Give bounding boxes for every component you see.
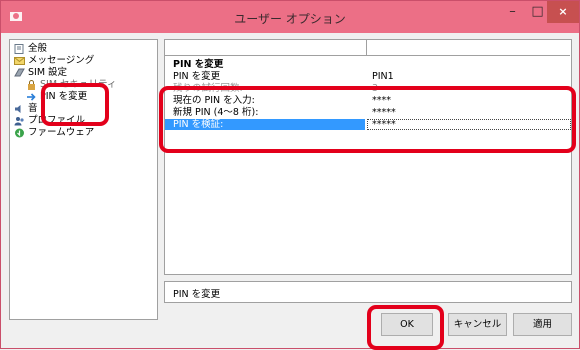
tree-item-messaging[interactable]: メッセージング xyxy=(14,55,94,67)
tree-item-sim-settings[interactable]: SIM 設定 xyxy=(14,67,67,79)
property-label: PIN を変更 xyxy=(173,71,221,82)
column-header-value[interactable] xyxy=(367,40,570,56)
property-row[interactable]: PIN を変更 PIN1 xyxy=(165,71,570,82)
property-value[interactable]: PIN1 xyxy=(372,71,394,82)
profile-icon xyxy=(14,116,24,125)
column-header-name[interactable] xyxy=(165,40,367,56)
tree-item-firmware[interactable]: ファームウェア xyxy=(14,127,94,139)
minimize-button[interactable]: – xyxy=(500,1,525,23)
tree-item-sound[interactable]: 音 xyxy=(14,103,38,115)
section-header: PIN を変更 xyxy=(165,59,570,70)
window-title: ユーザー オプション xyxy=(234,12,346,26)
apply-button[interactable]: 適用 xyxy=(513,313,572,336)
properties-panel: PIN を変更 PIN を変更 PIN1 残りの試行回数: 3 現在の PIN … xyxy=(164,39,572,275)
options-tree[interactable]: 全般 メッセージング SIM 設定 SIM セキュリティ PIN を変更 音 プ… xyxy=(9,39,158,320)
section-title: PIN を変更 xyxy=(173,59,224,70)
tree-item-label: メッセージング xyxy=(28,55,95,66)
tree-item-label: 全般 xyxy=(28,43,48,54)
firmware-icon xyxy=(15,128,24,137)
envelope-icon xyxy=(14,56,25,65)
arrow-right-icon xyxy=(27,92,36,101)
sim-settings-icon xyxy=(14,68,25,76)
general-icon xyxy=(14,43,24,54)
lock-icon xyxy=(28,79,35,90)
highlight-pin-fields xyxy=(159,86,576,153)
close-button[interactable]: × xyxy=(547,1,579,23)
tree-item-label: 音 xyxy=(28,103,38,114)
tree-item-general[interactable]: 全般 xyxy=(14,43,47,55)
description-text: PIN を変更 xyxy=(173,289,221,300)
user-options-window: ユーザー オプション – □ × 全般 メッセージング SIM 設定 SIM セ… xyxy=(0,0,580,350)
title-bar[interactable]: ユーザー オプション – □ × xyxy=(1,1,579,33)
tree-item-label: ファームウェア xyxy=(28,127,95,138)
cancel-button[interactable]: キャンセル xyxy=(448,313,507,336)
highlight-ok-button xyxy=(367,305,444,350)
tree-item-label: SIM 設定 xyxy=(28,67,68,78)
speaker-icon xyxy=(15,104,21,113)
highlight-change-pin-tree xyxy=(41,83,109,126)
description-box: PIN を変更 xyxy=(164,281,572,303)
